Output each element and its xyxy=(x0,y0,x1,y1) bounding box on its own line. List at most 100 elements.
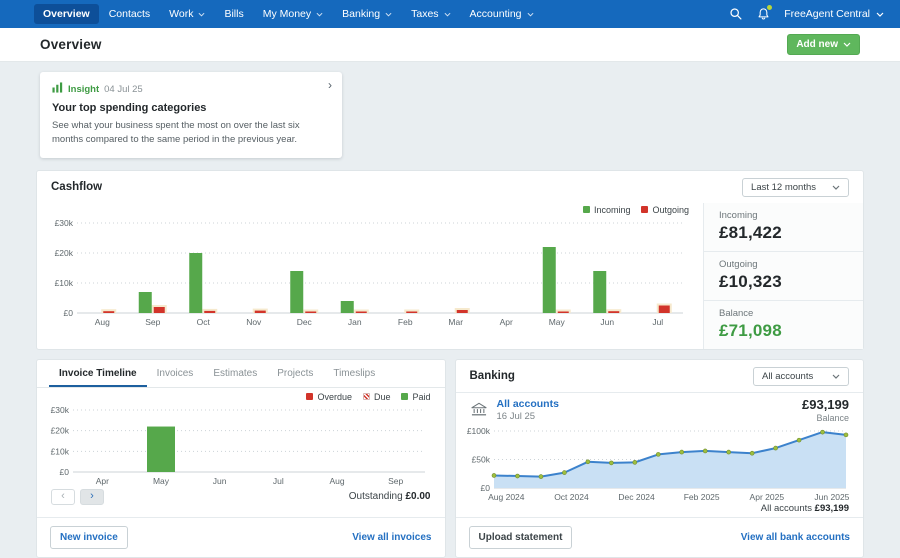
chevron-down-icon xyxy=(832,185,840,190)
legend-label: Outgoing xyxy=(652,205,689,215)
banking-footnote-label: All accounts xyxy=(761,503,812,514)
bar-outgoing-Nov[interactable] xyxy=(255,310,266,312)
pager-prev-button[interactable]: ‹ xyxy=(51,489,75,505)
balance-point-10[interactable] xyxy=(726,450,730,454)
bar-outgoing-Jul[interactable] xyxy=(659,305,670,313)
balance-point-14[interactable] xyxy=(820,430,824,434)
chevron-down-icon xyxy=(385,12,392,17)
tab-invoices[interactable]: Invoices xyxy=(147,360,204,387)
axis-tick-label: May xyxy=(549,317,566,327)
legend-swatch-outgoing xyxy=(641,206,648,213)
bar-incoming-Sep[interactable] xyxy=(139,292,152,313)
account-menu[interactable]: FreeAgent Central xyxy=(784,8,884,20)
axis-tick-label: Jan xyxy=(348,317,362,327)
pager-next-button[interactable]: › xyxy=(80,489,104,505)
balance-point-1[interactable] xyxy=(515,474,519,478)
tab-timeslips[interactable]: Timeslips xyxy=(323,360,385,387)
axis-tick-label: Feb 2025 xyxy=(683,492,719,502)
bar-incoming-Dec[interactable] xyxy=(290,271,303,313)
axis-tick-label: £20k xyxy=(55,248,74,258)
nav-item-bills[interactable]: Bills xyxy=(215,4,252,24)
balance-point-13[interactable] xyxy=(797,438,801,442)
banking-panel: Banking All accounts All accounts 16 Jul… xyxy=(455,359,865,558)
tab-invoice-timeline[interactable]: Invoice Timeline xyxy=(49,360,147,387)
balance-point-7[interactable] xyxy=(656,452,660,456)
nav-item-banking[interactable]: Banking xyxy=(333,4,401,24)
nav-item-my-money[interactable]: My Money xyxy=(254,4,332,24)
notifications-bell-icon[interactable] xyxy=(757,7,770,21)
cashflow-title: Cashflow xyxy=(51,181,102,193)
bar-incoming-Oct[interactable] xyxy=(189,253,202,313)
nav-item-work[interactable]: Work xyxy=(160,4,214,24)
bar-outgoing-Sep[interactable] xyxy=(154,307,165,313)
bar-outgoing-Jan[interactable] xyxy=(356,311,367,313)
balance-point-15[interactable] xyxy=(844,432,848,436)
bar-incoming-Jun[interactable] xyxy=(593,271,606,313)
cashflow-period-select[interactable]: Last 12 months xyxy=(742,178,849,197)
bar-outgoing-Jun[interactable] xyxy=(608,311,619,313)
chevron-down-icon xyxy=(843,42,851,47)
legend-item-paid: Paid xyxy=(401,392,430,402)
balance-point-0[interactable] xyxy=(492,473,496,477)
tab-projects[interactable]: Projects xyxy=(267,360,323,387)
axis-tick-label: £0 xyxy=(64,308,74,318)
bank-building-icon xyxy=(470,402,488,417)
chevron-down-icon xyxy=(444,12,451,17)
balance-point-12[interactable] xyxy=(773,446,777,450)
legend-item-overdue: Overdue xyxy=(306,392,352,402)
bar-outgoing-Oct[interactable] xyxy=(204,310,215,312)
bar-outgoing-Dec[interactable] xyxy=(305,311,316,313)
nav-item-overview[interactable]: Overview xyxy=(34,4,99,24)
insight-card[interactable]: Insight 04 Jul 25 › Your top spending ca… xyxy=(40,72,342,158)
axis-tick-label: Aug 2024 xyxy=(488,492,525,502)
view-all-bank-accounts-link[interactable]: View all bank accounts xyxy=(741,532,850,543)
insight-tag: Insight xyxy=(68,84,99,95)
axis-tick-label: Sep xyxy=(388,476,403,486)
search-icon[interactable] xyxy=(729,7,743,21)
banking-account-select[interactable]: All accounts xyxy=(753,367,849,386)
balance-point-3[interactable] xyxy=(562,470,566,474)
chevron-down-icon xyxy=(316,12,323,17)
nav-item-label: Taxes xyxy=(411,8,438,20)
insight-description: See what your business spent the most on… xyxy=(52,119,330,147)
invoice-timeline-chart: £0£10k£20k£30kAprMayJunJulAugSep xyxy=(41,402,433,488)
nav-item-accounting[interactable]: Accounting xyxy=(461,4,543,24)
invoice-tabs: Invoice TimelineInvoicesEstimatesProject… xyxy=(37,360,445,388)
legend-item-incoming: Incoming xyxy=(583,205,631,215)
axis-tick-label: Jun 2025 xyxy=(814,492,849,502)
banking-footnote-value: £93,199 xyxy=(815,503,849,514)
balance-point-9[interactable] xyxy=(703,448,707,452)
balance-point-4[interactable] xyxy=(585,459,589,463)
bar-paid-May[interactable] xyxy=(147,426,175,471)
bar-outgoing-Feb[interactable] xyxy=(406,311,417,313)
new-invoice-button[interactable]: New invoice xyxy=(50,526,128,549)
chevron-right-icon[interactable]: › xyxy=(328,79,332,91)
balance-point-2[interactable] xyxy=(538,474,542,478)
chevron-down-icon xyxy=(832,374,840,379)
balance-point-6[interactable] xyxy=(632,460,636,464)
balance-point-8[interactable] xyxy=(679,450,683,454)
bar-outgoing-Aug[interactable] xyxy=(103,311,114,313)
nav-item-contacts[interactable]: Contacts xyxy=(100,4,159,24)
bank-account-link[interactable]: All accounts xyxy=(497,398,559,410)
bar-outgoing-Mar[interactable] xyxy=(457,310,468,313)
nav-item-taxes[interactable]: Taxes xyxy=(402,4,459,24)
add-new-button[interactable]: Add new xyxy=(787,34,860,55)
balance-point-5[interactable] xyxy=(609,460,613,464)
legend-swatch-overdue xyxy=(306,393,313,400)
summary-value: £10,323 xyxy=(719,272,848,292)
axis-tick-label: £20k xyxy=(51,425,70,435)
bar-incoming-Jan[interactable] xyxy=(341,301,354,313)
chevron-down-icon xyxy=(876,12,884,17)
axis-tick-label: Feb xyxy=(398,317,413,327)
bar-incoming-May[interactable] xyxy=(543,247,556,313)
axis-tick-label: Aug xyxy=(95,317,110,327)
outstanding-value: £0.00 xyxy=(405,491,430,502)
legend-swatch-incoming xyxy=(583,206,590,213)
tab-estimates[interactable]: Estimates xyxy=(203,360,267,387)
balance-point-11[interactable] xyxy=(750,451,754,455)
upload-statement-button[interactable]: Upload statement xyxy=(469,526,573,549)
view-all-invoices-link[interactable]: View all invoices xyxy=(352,532,431,543)
bar-outgoing-May[interactable] xyxy=(558,311,569,313)
axis-tick-label: £30k xyxy=(51,405,70,415)
